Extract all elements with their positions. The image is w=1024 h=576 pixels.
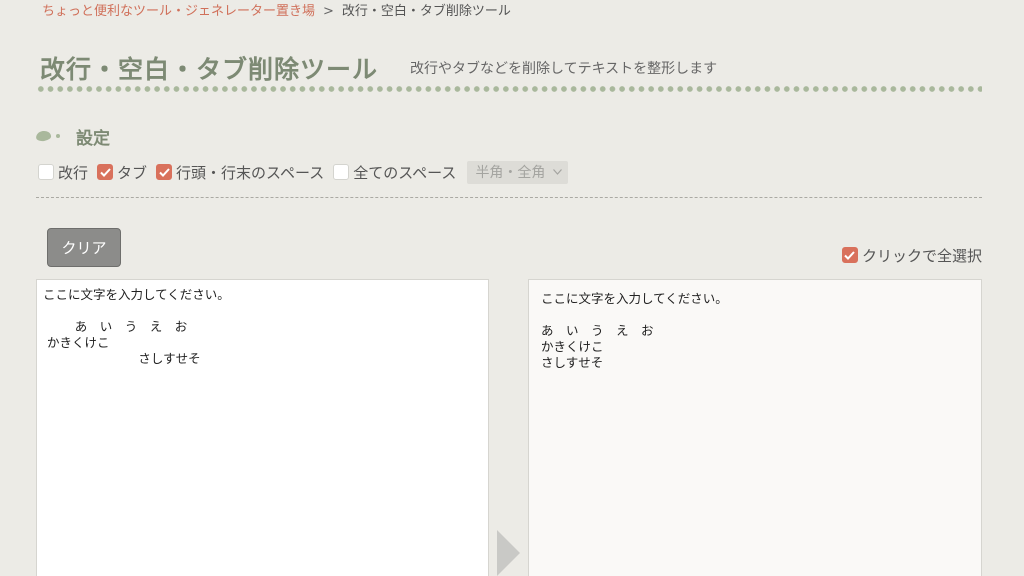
- input-textarea[interactable]: ここに文字を入力してください。 あ い う え お かきくけこ さしすせそ: [36, 279, 489, 576]
- page-title: 改行・空白・タブ削除ツール: [40, 55, 379, 84]
- check-icon: [158, 167, 170, 177]
- select-all-label: クリックで全選択: [861, 246, 982, 265]
- page-subtitle: 改行やタブなどを削除してテキストを整形します: [410, 61, 718, 77]
- space-width-select-value: 半角・全角: [475, 165, 546, 181]
- breadcrumb-home-link[interactable]: ちょっと便利なツール・ジェネレーター置き場: [42, 4, 315, 19]
- dashed-divider: [36, 197, 982, 198]
- breadcrumb: ちょっと便利なツール・ジェネレーター置き場 > 改行・空白・タブ削除ツール: [42, 3, 511, 21]
- select-all-checkbox[interactable]: [841, 247, 858, 263]
- settings-title: 設定: [76, 128, 110, 149]
- settings-heading: 設定: [35, 124, 110, 149]
- all-spaces-checkbox[interactable]: [333, 164, 350, 180]
- dotted-divider: [36, 86, 982, 92]
- option-tab-label: タブ: [117, 163, 148, 182]
- check-icon: [844, 250, 856, 260]
- option-edge-spaces-label: 行頭・行末のスペース: [176, 163, 325, 182]
- option-newline[interactable]: 改行: [38, 162, 88, 183]
- dot-icon: [56, 134, 60, 138]
- select-all-toggle[interactable]: クリックで全選択: [841, 245, 982, 265]
- newline-checkbox[interactable]: [38, 164, 54, 180]
- edge-spaces-checkbox[interactable]: [156, 164, 173, 180]
- check-icon: [99, 167, 111, 177]
- option-all-spaces-label: 全てのスペース: [353, 163, 457, 182]
- option-edge-spaces[interactable]: 行頭・行末のスペース: [156, 162, 324, 183]
- breadcrumb-current: 改行・空白・タブ削除ツール: [341, 4, 511, 19]
- arrow-right-icon: [497, 530, 520, 576]
- space-width-select[interactable]: 半角・全角: [467, 160, 569, 184]
- option-tab[interactable]: タブ: [97, 162, 147, 183]
- leaf-icon: [35, 130, 52, 142]
- option-newline-label: 改行: [58, 163, 89, 182]
- tab-checkbox[interactable]: [97, 164, 114, 180]
- output-textarea[interactable]: ここに文字を入力してください。 あ い う え お かきくけこ さしすせそ: [528, 279, 982, 576]
- clear-button[interactable]: クリア: [47, 228, 121, 267]
- option-all-spaces[interactable]: 全てのスペース: [333, 162, 456, 183]
- settings-options: 改行 タブ 行頭・行末のスペース 全てのスペース 半角・全角: [38, 160, 569, 184]
- breadcrumb-separator: >: [323, 4, 334, 19]
- chevron-down-icon: [553, 169, 563, 175]
